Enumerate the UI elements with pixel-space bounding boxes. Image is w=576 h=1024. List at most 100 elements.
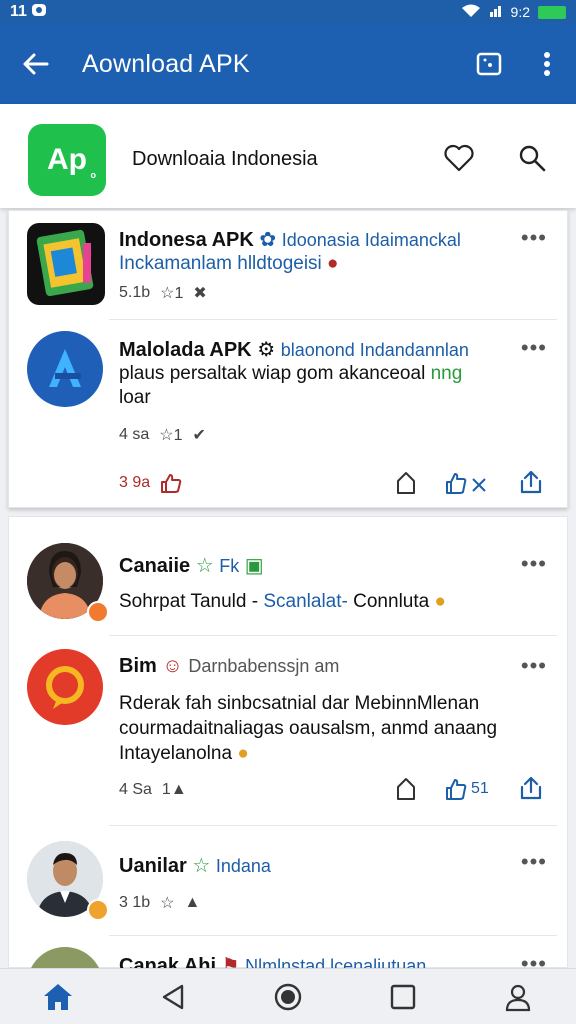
reaction-button[interactable]: 3 9a	[119, 473, 182, 493]
nav-back-button[interactable]	[143, 983, 203, 1011]
thumbs-up-icon	[446, 473, 486, 494]
emoji-icon: ●	[434, 591, 446, 612]
star-icon: ☆	[195, 555, 214, 577]
post-time: 4 sa	[119, 426, 150, 443]
like-button[interactable]	[445, 471, 491, 500]
post-text: Intayelanolna	[119, 743, 233, 764]
search-icon	[519, 145, 546, 172]
thumbs-up-icon	[161, 474, 182, 493]
more-options-button[interactable]: •••	[521, 337, 547, 359]
nav-home-circle-button[interactable]	[258, 982, 318, 1012]
user-icon	[506, 984, 531, 1011]
post-text: Sohrpat Tanuld -	[119, 591, 259, 612]
divider	[109, 635, 557, 636]
comment-button[interactable]	[395, 777, 417, 806]
app-bar: Aownload APK	[0, 24, 576, 104]
share-button[interactable]	[519, 469, 543, 500]
post-text-highlight: nng	[430, 363, 463, 384]
post-title: Indonesa APK	[119, 229, 254, 251]
profile-name: Downloaia Indonesia	[132, 148, 318, 170]
flag-icon: ⚑	[221, 955, 240, 969]
bottom-navigation	[0, 968, 576, 1024]
favorite-button[interactable]	[444, 144, 474, 177]
like-count: ☆1	[159, 427, 183, 444]
like-count: ☆1	[160, 285, 184, 302]
comment-button[interactable]	[395, 471, 417, 500]
more-options-button[interactable]: •••	[521, 655, 547, 677]
cast-button[interactable]	[460, 52, 518, 76]
list-item[interactable]: Indonesa APK ✿ Idoonasia Idaimanckal Inc…	[9, 211, 567, 319]
like-count: 1▲	[161, 781, 187, 798]
list-item[interactable]: Canaiie ☆ Fk ▣ Sohrpat Tanuld - Scanlala…	[9, 517, 567, 635]
list-item[interactable]: Malolada APK ⚙ blaonond Indandannlan pla…	[9, 321, 567, 507]
status-clock: 9:2	[510, 4, 530, 20]
cast-icon	[476, 52, 502, 76]
share-button[interactable]	[519, 775, 543, 806]
avatar	[27, 649, 103, 725]
post-time: 5.1b	[119, 284, 151, 301]
square-recents-icon	[390, 984, 416, 1009]
more-options-button[interactable]: •••	[521, 851, 547, 873]
comment-icon	[397, 778, 415, 800]
star-icon: ☆	[192, 855, 211, 877]
share-icon	[520, 776, 542, 800]
post-card: Canaiie ☆ Fk ▣ Sohrpat Tanuld - Scanlala…	[8, 516, 568, 969]
like-total: 51	[471, 780, 489, 797]
divider	[109, 319, 557, 320]
post-subtitle-link[interactable]: Idoonasia Idaimanckal	[282, 230, 461, 250]
post-subtitle: Darnbabenssjn am	[188, 656, 340, 676]
verified-icon: ✔	[192, 427, 206, 444]
divider	[109, 825, 557, 826]
arrow-left-icon	[23, 53, 49, 75]
wifi-icon	[461, 4, 481, 21]
link-icon: ⚙	[257, 339, 276, 361]
nav-profile-button[interactable]	[488, 982, 548, 1012]
post-subtitle-link[interactable]: blaonond Indandannlan	[281, 340, 469, 360]
post-subtitle-link[interactable]: Fk	[219, 556, 239, 576]
list-item[interactable]: Bim ☺ Darnbabenssjn am Rderak fah sinbcs…	[9, 637, 567, 825]
status-time: 11	[10, 3, 27, 20]
like-button[interactable]: 51	[445, 777, 489, 801]
post-text: loar	[119, 387, 151, 408]
circle-home-icon	[274, 983, 302, 1010]
post-title: Canak Ahi	[119, 955, 217, 969]
post-text: plaus persaltak wiap gom akanceoal	[119, 363, 426, 384]
post-text-link[interactable]: Scanlalat-	[263, 591, 348, 612]
post-text: Connluta	[353, 591, 430, 612]
reaction-count: 3 9a	[119, 474, 151, 491]
avatar	[27, 331, 103, 407]
overflow-menu-button[interactable]	[518, 51, 576, 77]
app-thumbnail	[27, 223, 105, 305]
post-title: Bim	[119, 655, 157, 677]
triangle-back-icon	[162, 984, 183, 1009]
post-title: Canaiie	[119, 555, 191, 577]
more-options-button[interactable]: •••	[521, 227, 547, 249]
post-time: 4 Sa	[119, 781, 152, 798]
list-item[interactable]: Uanilar ☆ Indana 3 1b ☆ ▲ •••	[9, 827, 567, 935]
post-title: Uanilar	[119, 855, 187, 877]
notification-icon	[31, 3, 47, 22]
thumbs-up-icon	[446, 779, 467, 800]
status-badge	[87, 601, 109, 623]
badge-icon: ▣	[244, 555, 264, 577]
divider	[109, 935, 557, 936]
red-dot-icon: ●	[327, 253, 339, 274]
globe-icon: ✿	[259, 229, 277, 251]
post-text: Rderak fah sinbcsatnial dar MebinnMlenan	[119, 693, 480, 714]
verified-icon: ✖	[193, 285, 207, 302]
post-title: Malolada APK	[119, 339, 252, 361]
more-options-button[interactable]: •••	[521, 553, 547, 575]
post-text: Inckamanlam hlldtogeisi	[119, 253, 322, 274]
list-item[interactable]: Canak Ahi ⚑ Nlmlnstad lcenaliutuan •••	[9, 937, 567, 969]
star-icon: ☆	[160, 895, 175, 912]
post-subtitle-link[interactable]: Indana	[216, 856, 271, 876]
more-vertical-icon	[544, 52, 550, 76]
search-button[interactable]	[518, 144, 546, 177]
heart-icon	[444, 144, 474, 172]
status-bar: 11 9:2	[0, 0, 576, 24]
comment-icon	[397, 472, 415, 494]
nav-recents-button[interactable]	[373, 983, 433, 1011]
back-button[interactable]	[0, 52, 70, 76]
signal-icon	[489, 4, 503, 21]
nav-home-button[interactable]	[28, 982, 88, 1012]
